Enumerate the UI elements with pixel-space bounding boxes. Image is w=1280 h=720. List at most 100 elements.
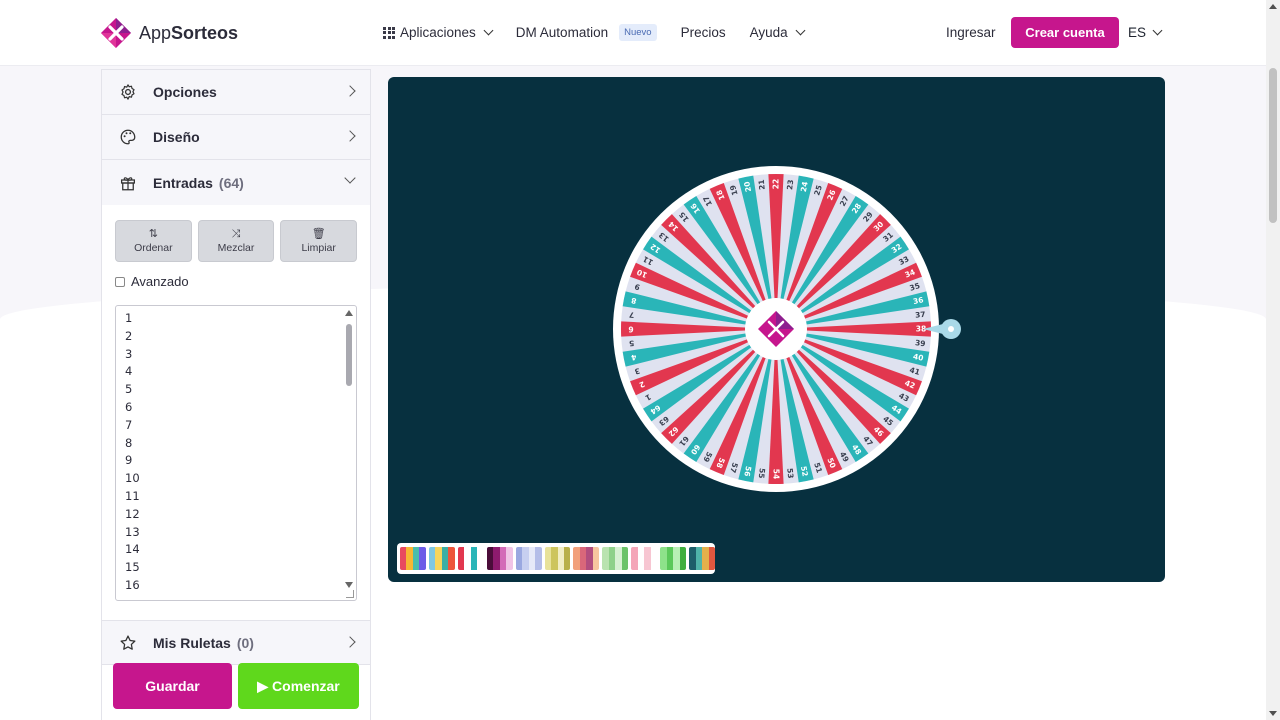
palette-swatch[interactable]	[660, 547, 687, 570]
chevron-down-icon	[483, 25, 494, 36]
scroll-down-arrow-icon[interactable]	[1269, 711, 1277, 716]
entry-line: 7	[125, 417, 133, 432]
settings-sidebar: Opciones Diseño Entradas (64) ⇅ Ordenar ⤨…	[101, 69, 371, 720]
chevron-down-icon	[1152, 25, 1163, 36]
palette-swatch[interactable]	[428, 547, 455, 570]
palette-swatch[interactable]	[573, 547, 600, 570]
palette-swatch[interactable]	[400, 547, 426, 570]
entries-textarea[interactable]: 1 2 3 4 5 6 7 8 9 10 11 12 13 14 15 16	[115, 305, 357, 601]
nav-pricing[interactable]: Precios	[681, 25, 726, 40]
chevron-down-icon	[795, 25, 806, 36]
shuffle-button[interactable]: ⤨ Mezclar	[197, 220, 275, 262]
scroll-thumb[interactable]	[346, 324, 352, 386]
clear-button[interactable]: 🗑 Limpiar	[280, 220, 358, 262]
section-my-wheels-label: Mis Ruletas	[153, 634, 231, 651]
palette-swatch[interactable]	[544, 547, 571, 570]
palette-swatch[interactable]	[457, 547, 484, 570]
entry-line: 8	[125, 435, 133, 450]
language-selector[interactable]: ES	[1128, 25, 1163, 40]
wheel-segment-label: 21	[757, 179, 767, 190]
entry-line: 9	[125, 453, 133, 468]
nav-apps-label: Aplicaciones	[400, 25, 476, 40]
start-label: Comenzar	[272, 678, 340, 694]
entry-line: 6	[125, 399, 133, 414]
appsorteos-logo-icon	[101, 18, 131, 48]
entry-line: 2	[125, 328, 133, 343]
trash-icon: 🗑	[311, 227, 326, 240]
wheel-segment-label: 22	[772, 179, 781, 189]
brand-name: AppSorteos	[139, 22, 239, 43]
entry-line: 3	[125, 346, 133, 361]
nav-help-label: Ayuda	[749, 25, 788, 40]
page-scrollbar[interactable]	[1266, 0, 1280, 720]
wheel-segment-label: 37	[915, 310, 926, 320]
entry-line: 13	[125, 524, 140, 539]
shuffle-label: Mezclar	[217, 241, 255, 254]
section-my-wheels[interactable]: Mis Ruletas (0)	[102, 620, 370, 665]
wheel-segment-label: 5	[629, 338, 635, 347]
palette-swatch[interactable]	[602, 547, 629, 570]
my-wheels-count: (0)	[236, 634, 254, 651]
top-navbar: AppSorteos Aplicaciones DM Automation Nu…	[0, 0, 1266, 66]
entry-line: 1	[125, 311, 133, 325]
entry-line: 14	[125, 542, 140, 557]
star-icon	[118, 633, 138, 653]
page-scroll-thumb[interactable]	[1269, 68, 1277, 223]
chevron-right-icon	[344, 130, 356, 142]
sort-icon: ⇅	[148, 227, 158, 240]
palette-swatch[interactable]	[486, 547, 513, 570]
nav-apps[interactable]: Aplicaciones	[383, 25, 494, 40]
brand-logo[interactable]: AppSorteos	[100, 17, 238, 49]
scroll-up-arrow-icon[interactable]	[345, 310, 353, 316]
entry-line: 4	[125, 364, 133, 379]
entries-toolbar: ⇅ Ordenar ⤨ Mezclar 🗑 Limpiar	[115, 220, 358, 262]
entry-line: 10	[125, 471, 140, 486]
chevron-right-icon	[344, 85, 356, 97]
entries-panel: ⇅ Ordenar ⤨ Mezclar 🗑 Limpiar Avanzado 1234…	[102, 205, 370, 620]
play-icon: ▶	[257, 677, 269, 694]
scroll-up-arrow-icon[interactable]	[1269, 4, 1277, 9]
section-design-label: Diseño	[153, 129, 200, 145]
start-button[interactable]: ▶ Comenzar	[238, 663, 359, 709]
spin-wheel[interactable]: 1234567891011121314151617 18 19 20 21 22 23 24 2…	[388, 77, 1165, 582]
textarea-scrollbar[interactable]	[344, 308, 354, 588]
clear-label: Limpiar	[301, 241, 336, 254]
gear-icon	[118, 82, 138, 102]
resize-handle-icon[interactable]	[346, 590, 354, 598]
save-button[interactable]: Guardar	[113, 663, 232, 709]
sort-button[interactable]: ⇅ Ordenar	[115, 220, 192, 262]
nav-help[interactable]: Ayuda	[749, 25, 806, 40]
wheel-stage: 1 2 3 4 5 6 7 8 9 10 11 12 13 14 15 16 17 18 19 20 21 22 23 24 2…	[388, 77, 1165, 582]
wheel-pointer-dot	[948, 326, 954, 332]
chevron-down-icon	[344, 172, 356, 184]
signup-button[interactable]: Crear cuenta	[1011, 17, 1119, 48]
chevron-right-icon	[344, 636, 356, 648]
nav-dm-label: DM Automation	[515, 25, 609, 40]
wheel-segment-label: 7	[629, 310, 635, 319]
language-label: ES	[1128, 25, 1147, 40]
section-options[interactable]: Opciones	[102, 70, 370, 115]
wheel-actions: Guardar ▶ Comenzar	[113, 663, 359, 709]
palette-icon	[118, 127, 138, 147]
gift-icon	[118, 173, 138, 193]
scroll-down-arrow-icon[interactable]	[345, 582, 353, 588]
palette-swatch[interactable]	[515, 547, 542, 570]
advanced-checkbox[interactable]	[115, 276, 125, 287]
wheel-segment-label: 54	[772, 469, 781, 479]
nav-dm-automation[interactable]: DM Automation Nuevo	[516, 24, 657, 41]
advanced-label: Avanzado	[131, 274, 189, 289]
entries-count: (64)	[218, 174, 244, 191]
advanced-toggle[interactable]: Avanzado	[115, 274, 357, 289]
apps-grid-icon	[383, 26, 395, 39]
palette-swatch[interactable]	[631, 547, 658, 570]
main-nav: Aplicaciones DM Automation Nuevo Precios…	[383, 24, 828, 41]
section-design[interactable]: Diseño	[102, 115, 370, 160]
wheel-segment-label: 53	[785, 468, 795, 479]
login-link[interactable]: Ingresar	[946, 25, 996, 40]
section-entries-label: Entradas	[153, 174, 213, 191]
palette-swatch[interactable]	[689, 547, 715, 570]
section-entries[interactable]: Entradas (64)	[102, 160, 370, 205]
color-palette-bar	[397, 543, 715, 574]
wheel-segment-label: 23	[785, 179, 795, 190]
entry-line: 12	[125, 506, 140, 521]
